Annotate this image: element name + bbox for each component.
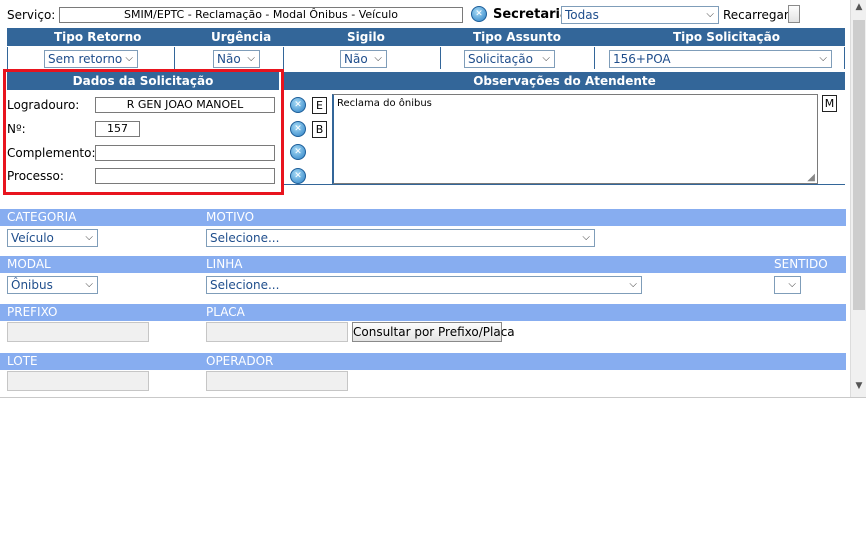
modal-value: Ônibus xyxy=(11,278,53,292)
scroll-down-icon[interactable]: ▼ xyxy=(852,381,866,395)
urgencia-value: Não xyxy=(217,52,241,66)
observacoes-text: Reclama do ônibus xyxy=(337,98,432,109)
recarregar-label: Recarregar: xyxy=(723,8,793,22)
clear-logradouro-icon[interactable] xyxy=(290,97,306,113)
b-button[interactable]: B xyxy=(312,121,327,138)
categoria-select[interactable]: Veículo ⌵ xyxy=(7,229,98,247)
tipo-assunto-value: Solicitação xyxy=(468,52,533,66)
column-divider xyxy=(440,47,441,69)
resize-grip-icon[interactable]: ◢ xyxy=(807,172,815,183)
consultar-button[interactable]: Consultar por Prefixo/Placa xyxy=(352,322,515,342)
motivo-label: MOTIVO xyxy=(206,210,255,224)
sigilo-value: Não xyxy=(344,52,368,66)
placa-input[interactable] xyxy=(206,322,348,342)
chevron-down-icon: ⌵ xyxy=(85,232,93,243)
sentido-select[interactable]: ⌵ xyxy=(774,276,801,294)
chevron-down-icon: ⌵ xyxy=(542,53,550,64)
chevron-down-icon: ⌵ xyxy=(247,53,255,64)
scroll-up-icon[interactable]: ▲ xyxy=(852,2,866,16)
lote-operador-band: LOTE OPERADOR xyxy=(0,353,846,370)
clear-processo-icon[interactable] xyxy=(290,168,306,184)
lote-input[interactable] xyxy=(7,371,149,391)
motivo-value: Selecione... xyxy=(210,231,280,245)
clear-servico-icon[interactable] xyxy=(471,6,487,22)
categoria-value: Veículo xyxy=(11,231,54,245)
section-divider xyxy=(284,184,845,185)
header-tipo-retorno: Tipo Retorno xyxy=(54,30,142,44)
linha-label: LINHA xyxy=(206,257,243,271)
operador-label: OPERADOR xyxy=(206,354,274,368)
prefixo-label: PREFIXO xyxy=(7,305,58,319)
tipo-retorno-select[interactable]: Sem retorno ⌵ xyxy=(44,50,138,68)
categoria-motivo-band: CATEGORIA MOTIVO xyxy=(0,209,846,226)
chevron-down-icon: ⌵ xyxy=(125,53,133,64)
header-urgencia: Urgência xyxy=(211,30,272,44)
column-divider xyxy=(174,47,175,69)
column-divider xyxy=(594,47,595,69)
column-divider xyxy=(283,47,284,69)
servico-field[interactable]: SMIM/EPTC - Reclamação - Modal Ônibus - … xyxy=(59,7,463,23)
chevron-down-icon: ⌵ xyxy=(788,279,796,290)
linha-value: Selecione... xyxy=(210,278,280,292)
urgencia-select[interactable]: Não ⌵ xyxy=(213,50,260,68)
operador-input[interactable] xyxy=(206,371,348,391)
motivo-select[interactable]: Selecione... ⌵ xyxy=(206,229,595,247)
secretaria-select[interactable]: Todas ⌵ xyxy=(561,6,719,24)
clear-complemento-icon[interactable] xyxy=(290,144,306,160)
prefixo-input[interactable] xyxy=(7,322,149,342)
tipo-solicitacao-select[interactable]: 156+POA ⌵ xyxy=(609,50,832,68)
sigilo-select[interactable]: Não ⌵ xyxy=(340,50,387,68)
tipo-solicitacao-value: 156+POA xyxy=(613,52,671,66)
recarregar-button[interactable] xyxy=(788,5,800,23)
form-frame: Serviço: SMIM/EPTC - Reclamação - Modal … xyxy=(0,0,866,398)
header-tipo-assunto: Tipo Assunto xyxy=(473,30,561,44)
lote-label: LOTE xyxy=(7,354,38,368)
observacoes-textarea[interactable]: Reclama do ônibus ◢ xyxy=(332,94,818,184)
chevron-down-icon: ⌵ xyxy=(706,9,714,20)
modal-label: MODAL xyxy=(7,257,51,271)
chevron-down-icon: ⌵ xyxy=(582,232,590,243)
header-tipo-solicitacao: Tipo Solicitação xyxy=(673,30,780,44)
header-sigilo: Sigilo xyxy=(347,30,385,44)
tipo-assunto-select[interactable]: Solicitação ⌵ xyxy=(464,50,555,68)
modal-linha-band: MODAL LINHA SENTIDO xyxy=(0,256,846,273)
chevron-down-icon: ⌵ xyxy=(374,53,382,64)
modal-select[interactable]: Ônibus ⌵ xyxy=(7,276,98,294)
sentido-label: SENTIDO xyxy=(774,257,828,271)
secretaria-value: Todas xyxy=(565,8,599,22)
chevron-down-icon: ⌵ xyxy=(85,279,93,290)
chevron-down-icon: ⌵ xyxy=(629,279,637,290)
observacoes-title: Observações do Atendente xyxy=(284,72,845,90)
vertical-scrollbar[interactable]: ▲ ▼ xyxy=(850,0,866,397)
linha-select[interactable]: Selecione... ⌵ xyxy=(206,276,642,294)
scrollbar-thumb[interactable] xyxy=(853,20,865,310)
prefixo-placa-band: PREFIXO PLACA xyxy=(0,304,846,321)
m-button[interactable]: M xyxy=(822,95,837,112)
highlight-box xyxy=(3,69,284,195)
clear-numero-icon[interactable] xyxy=(290,121,306,137)
placa-label: PLACA xyxy=(206,305,245,319)
chevron-down-icon: ⌵ xyxy=(819,53,827,64)
e-button[interactable]: E xyxy=(312,97,327,114)
tipo-retorno-value: Sem retorno xyxy=(48,52,123,66)
categoria-label: CATEGORIA xyxy=(7,210,77,224)
servico-label: Serviço: xyxy=(7,8,56,22)
